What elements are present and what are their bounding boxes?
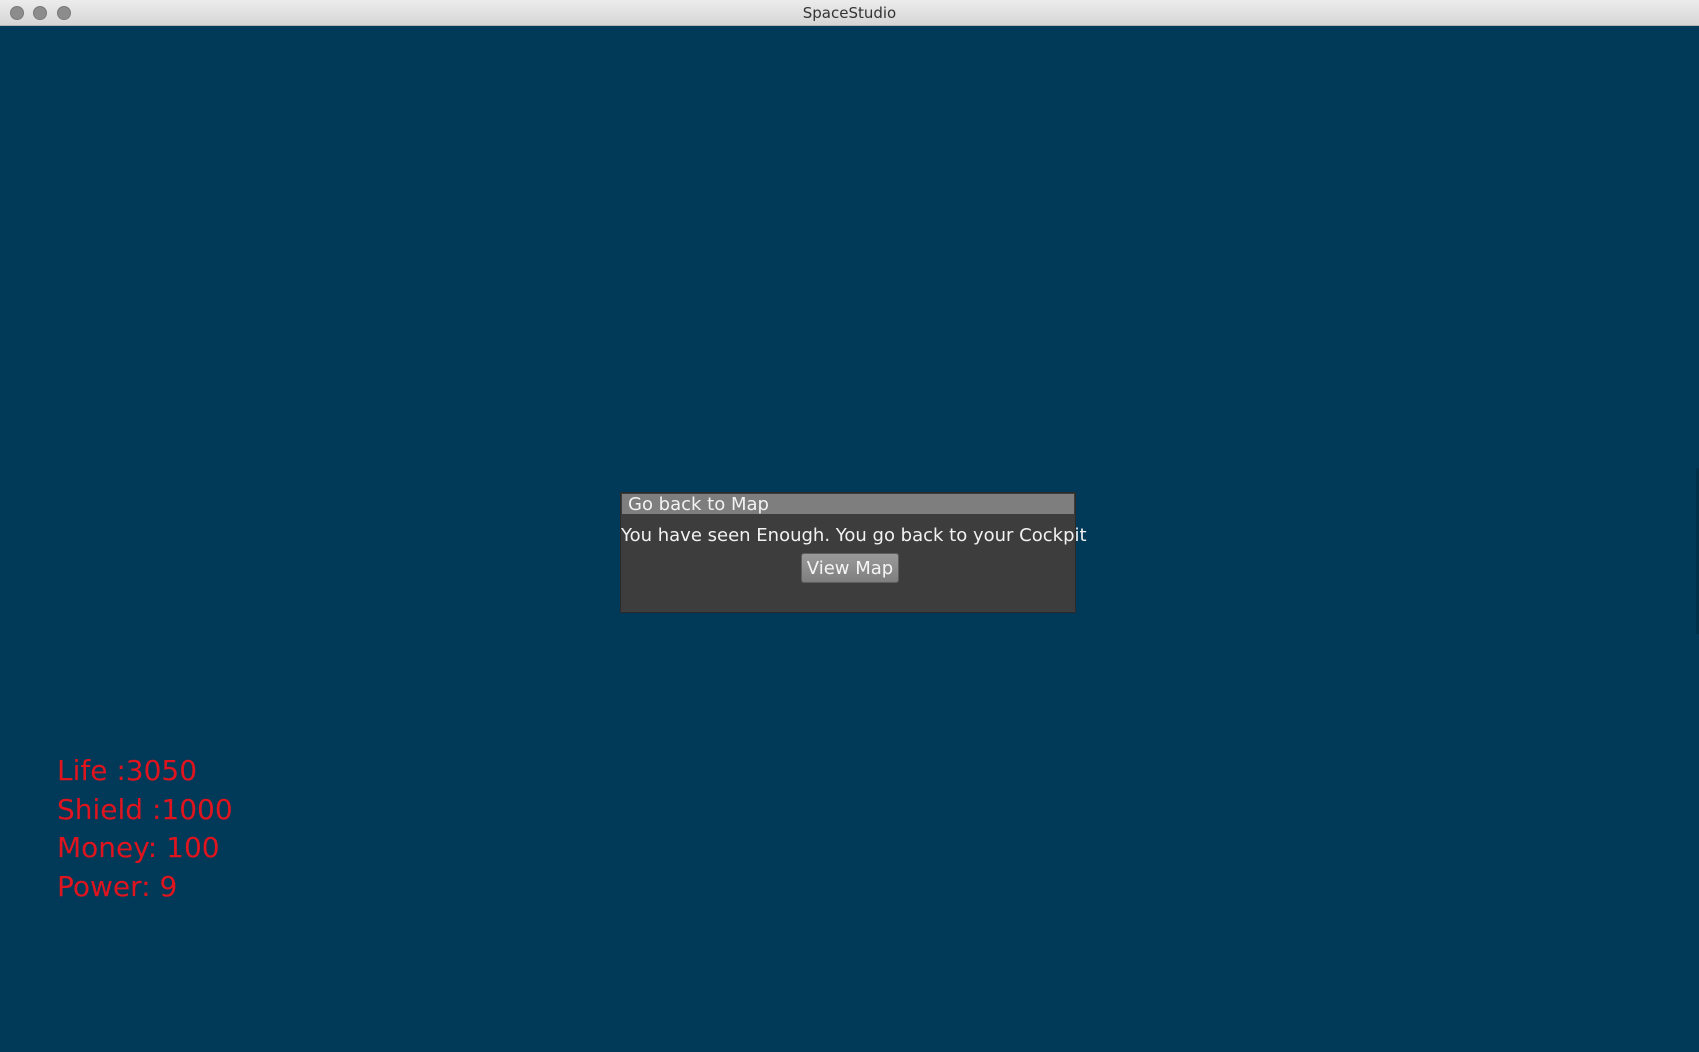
life-stat: Life :3050	[57, 754, 198, 787]
shield-stat: Shield :1000	[57, 792, 233, 826]
window-title: SpaceStudio	[802, 4, 897, 22]
app-window: SpaceStudio Go back to Map You have seen…	[0, 0, 1699, 1052]
dialog-title[interactable]: Go back to Map	[622, 494, 1074, 515]
go-back-dialog: Go back to Map You have seen Enough. You…	[620, 492, 1087, 613]
money-stat: Money: 100	[57, 831, 220, 864]
title-bar[interactable]: SpaceStudio	[0, 0, 1699, 26]
view-map-button[interactable]: View Map	[801, 553, 899, 583]
player-stats-hud: Life :3050 Shield :1000 Money: 100 Power…	[57, 752, 233, 906]
game-viewport: Go back to Map You have seen Enough. You…	[0, 26, 1699, 1052]
dialog-message: You have seen Enough. You go back to you…	[621, 525, 1087, 546]
power-stat: Power: 9	[57, 869, 178, 903]
